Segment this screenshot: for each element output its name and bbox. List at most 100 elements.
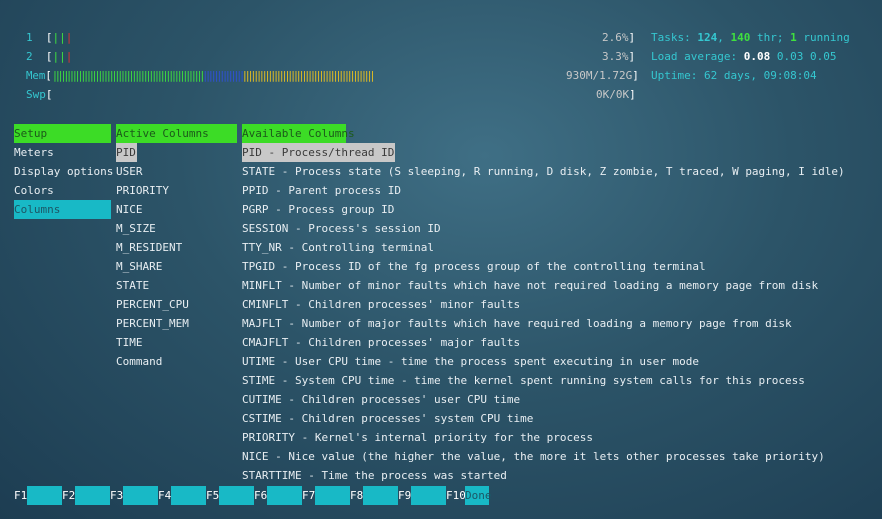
cpu2-bars-red: |: [65, 50, 73, 63]
available-column-item[interactable]: CUTIME - Children processes' user CPU ti…: [242, 390, 520, 409]
cpu2-close: ]: [628, 50, 636, 63]
swp-open: [: [45, 88, 53, 101]
swp-label: Swp: [26, 88, 46, 101]
setup-item-display-options[interactable]: Display options: [14, 162, 113, 181]
active-column-state[interactable]: STATE: [116, 276, 149, 295]
fkey-f7-label: F7: [302, 489, 316, 502]
available-column-item[interactable]: PPID - Parent process ID: [242, 181, 401, 200]
active-column-pid[interactable]: PID: [116, 143, 137, 162]
fkey-f9-button[interactable]: [411, 486, 446, 505]
available-column-item[interactable]: PID - Process/thread ID: [242, 143, 396, 162]
swp-value-group: 0K/0K]: [596, 85, 636, 104]
cpu2-value-group: 3.3%]: [602, 47, 635, 66]
active-column-nice[interactable]: NICE: [116, 200, 143, 219]
tasks-count: 124: [697, 31, 718, 44]
fkey-f4-button[interactable]: [171, 486, 206, 505]
active-column-percent-mem[interactable]: PERCENT_MEM: [116, 314, 189, 333]
setup-item-columns[interactable]: Columns: [14, 200, 111, 219]
fkey-f6-label: F6: [254, 489, 268, 502]
fkey-f1-text: [27, 486, 28, 499]
available-column-item[interactable]: UTIME - User CPU time - time the process…: [242, 352, 699, 371]
fkey-f6-text: [267, 486, 268, 499]
cpu1-open: [: [45, 31, 53, 44]
mem-value-group: 930M/1.72G]: [566, 66, 639, 85]
fkey-f4-label: F4: [158, 489, 172, 502]
mem-close: ]: [632, 69, 639, 82]
cpu2-open: [: [45, 50, 53, 63]
swp-meter: Swp[: [26, 85, 53, 104]
load-line: Load average: 0.08 0.03 0.05: [651, 47, 836, 66]
fkey-f5-button[interactable]: [219, 486, 254, 505]
cpu1-bars-green: ||: [52, 31, 66, 44]
threads-label: thr;: [750, 31, 791, 44]
fkey-f2-button[interactable]: [75, 486, 110, 505]
fkey-f10-button[interactable]: Done: [465, 486, 492, 505]
active-column-m-resident[interactable]: M_RESIDENT: [116, 238, 182, 257]
fkey-f2-text: [75, 486, 76, 499]
running-label: running: [796, 31, 850, 44]
available-column-item[interactable]: MINFLT - Number of minor faults which ha…: [242, 276, 818, 295]
fkey-f5-text: [219, 486, 220, 499]
available-column-item[interactable]: CMAJFLT - Children processes' major faul…: [242, 333, 520, 352]
fkey-f7-text: [315, 486, 316, 499]
setup-item-meters[interactable]: Meters: [14, 143, 54, 162]
available-column-item[interactable]: TTY_NR - Controlling terminal: [242, 238, 434, 257]
available-column-item[interactable]: STATE - Process state (S sleeping, R run…: [242, 162, 845, 181]
active-column-command[interactable]: Command: [116, 352, 162, 371]
uptime-line: Uptime: 62 days, 09:08:04: [651, 66, 817, 85]
load-15: 0.05: [809, 50, 837, 63]
setup-item-colors[interactable]: Colors: [14, 181, 54, 200]
cpu2-value: 3.3%: [602, 50, 629, 63]
available-column-item[interactable]: TPGID - Process ID of the fg process gro…: [242, 257, 706, 276]
cpu1-bars-red: |: [65, 31, 73, 44]
uptime-value: 62 days, 09:08:04: [703, 69, 817, 82]
mem-value: 930M/1.72G: [566, 69, 633, 82]
swp-close: ]: [629, 88, 636, 101]
available-column-item[interactable]: SESSION - Process's session ID: [242, 219, 441, 238]
cpu2-label: 2: [26, 50, 33, 63]
fkey-f8-text: [363, 486, 364, 499]
fkey-f6-button[interactable]: [267, 486, 302, 505]
setup-header: Setup: [14, 124, 111, 143]
cpu1-value: 2.6%: [602, 31, 629, 44]
cpu2-meter: 2 [|||: [26, 47, 72, 66]
fkey-f1-label: F1: [14, 489, 28, 502]
active-column-priority[interactable]: PRIORITY: [116, 181, 169, 200]
load-5: 0.03: [776, 50, 804, 63]
fkey-f8-button[interactable]: [363, 486, 398, 505]
fkey-f7-button[interactable]: [315, 486, 350, 505]
active-column-m-share[interactable]: M_SHARE: [116, 257, 162, 276]
mem-bars-blue: ||||||||||||||: [201, 69, 245, 82]
available-column-item[interactable]: PGRP - Process group ID: [242, 200, 394, 219]
load-1: 0.08: [743, 50, 771, 63]
cpu2-bars-green: ||: [52, 50, 66, 63]
fkey-f9-label: F9: [398, 489, 412, 502]
cpu1-close: ]: [628, 31, 636, 44]
available-column-item[interactable]: STARTTIME - Time the process was started: [242, 466, 507, 485]
active-column-user[interactable]: USER: [116, 162, 143, 181]
mem-bars-yellow: ||||||||||||||||||||||||||||||||||||||||…: [241, 69, 376, 82]
fkey-f10-label: F10: [446, 489, 466, 502]
fkey-f10-text: Done: [465, 489, 492, 502]
load-label: Load average:: [651, 50, 744, 63]
available-column-item[interactable]: CSTIME - Children processes' system CPU …: [242, 409, 533, 428]
active-columns-header: Active Columns: [116, 124, 237, 143]
available-column-item[interactable]: MAJFLT - Number of major faults which ha…: [242, 314, 792, 333]
fkey-f1-button[interactable]: [27, 486, 62, 505]
active-column-m-size[interactable]: M_SIZE: [116, 219, 156, 238]
available-column-item[interactable]: PRIORITY - Kernel's internal priority fo…: [242, 428, 593, 447]
fkey-f3-text: [123, 486, 124, 499]
available-column-item[interactable]: CMINFLT - Children processes' minor faul…: [242, 295, 520, 314]
available-column-item[interactable]: NICE - Nice value (the higher the value,…: [242, 447, 825, 466]
fkey-f8-label: F8: [350, 489, 364, 502]
active-column-time[interactable]: TIME: [116, 333, 143, 352]
mem-meter: Mem[||||||||||||||||||||||||||||||||||||…: [26, 66, 376, 85]
fkey-f3-button[interactable]: [123, 486, 158, 505]
tasks-sep: ,: [717, 31, 731, 44]
swp-value: 0K/0K: [596, 88, 630, 101]
mem-label: Mem: [26, 69, 46, 82]
running-count: 1: [790, 31, 797, 44]
fkey-f9-text: [411, 486, 412, 499]
active-column-percent-cpu[interactable]: PERCENT_CPU: [116, 295, 189, 314]
available-column-item[interactable]: STIME - System CPU time - time the kerne…: [242, 371, 805, 390]
